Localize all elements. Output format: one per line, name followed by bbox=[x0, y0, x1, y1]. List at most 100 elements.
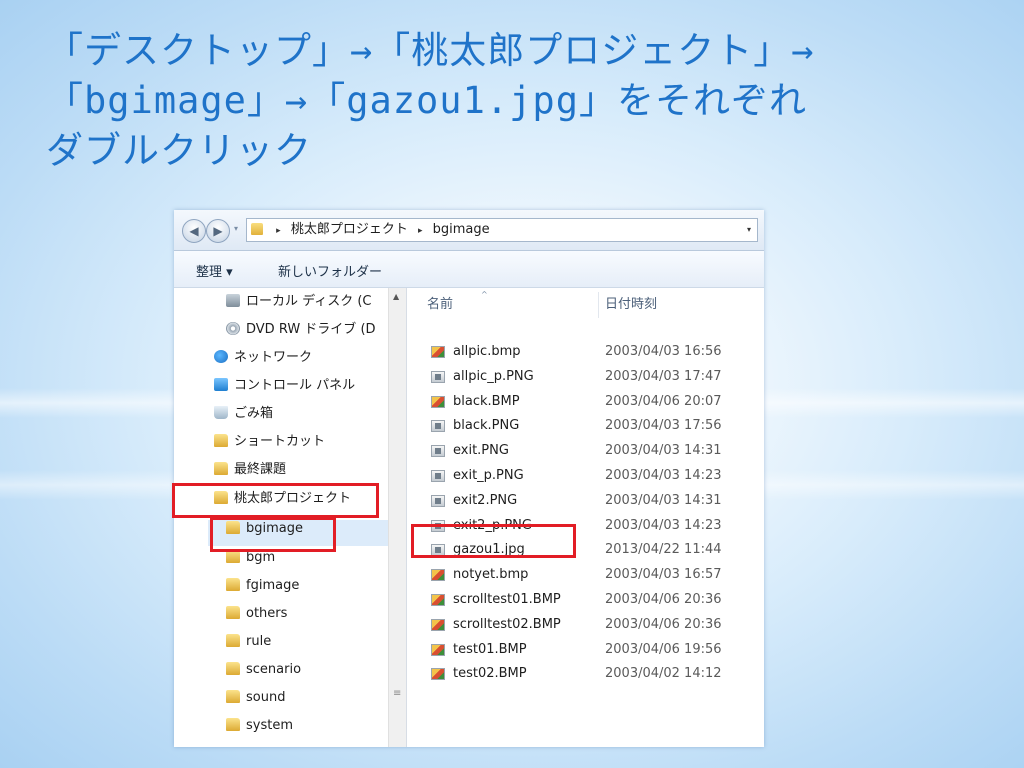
file-name: scrolltest01.BMP bbox=[453, 592, 561, 607]
file-name: exit.PNG bbox=[453, 443, 509, 459]
sidebar-item-control-panel[interactable]: コントロール パネル bbox=[214, 375, 355, 397]
image-file-icon bbox=[431, 420, 445, 433]
file-date: 2003/04/03 17:47 bbox=[605, 368, 722, 384]
bmp-file-icon bbox=[431, 569, 445, 582]
file-name: notyet.bmp bbox=[453, 567, 529, 583]
sidebar-item-label: DVD RW ドライブ (D bbox=[246, 322, 376, 337]
file-row[interactable]: test02.BMP 2003/04/02 14:12 bbox=[407, 662, 764, 687]
folder-icon bbox=[214, 434, 228, 447]
sidebar-item-scenario[interactable]: scenario bbox=[226, 659, 301, 681]
sidebar-item-label: ローカル ディスク (C bbox=[246, 294, 372, 309]
file-name: scrolltest02.BMP bbox=[453, 616, 561, 632]
folder-icon bbox=[226, 578, 240, 591]
folder-icon bbox=[226, 718, 240, 731]
file-name: test02.BMP bbox=[453, 666, 527, 682]
slide-title-line-2: 「bgimage」→「gazou1.jpg」をそれぞれ bbox=[46, 79, 807, 122]
column-divider[interactable] bbox=[598, 292, 599, 318]
bmp-file-icon bbox=[431, 346, 445, 358]
file-row[interactable]: exit.PNG 2003/04/03 14:31 bbox=[407, 439, 764, 464]
slide-title: 「デスクトップ」→「桃太郎プロジェクト」→ 「bgimage」→「gazou1.… bbox=[46, 26, 1006, 176]
command-bar: 整理 ▾ 新しいフォルダー bbox=[174, 251, 764, 288]
sidebar-item-label: others bbox=[246, 606, 288, 621]
sidebar-item-label: scenario bbox=[246, 662, 302, 677]
sidebar-item-fgimage[interactable]: fgimage bbox=[226, 575, 299, 597]
sidebar-item-sound[interactable]: sound bbox=[226, 687, 285, 709]
file-row[interactable]: notyet.bmp 2003/04/03 16:57 bbox=[407, 563, 764, 588]
file-date: 2003/04/03 14:31 bbox=[605, 443, 722, 459]
arrow-right-icon[interactable]: ▶ bbox=[206, 219, 230, 243]
file-date: 2003/04/06 20:07 bbox=[605, 393, 722, 409]
recent-pages-icon[interactable]: ▾ bbox=[234, 224, 238, 233]
sidebar-item-label: ショートカット bbox=[234, 434, 326, 449]
sidebar-item-dvd-drive[interactable]: DVD RW ドライブ (D bbox=[226, 319, 376, 341]
image-file-icon bbox=[431, 470, 445, 482]
bmp-file-icon bbox=[431, 668, 445, 681]
highlight-box-gazou1 bbox=[411, 524, 576, 558]
breadcrumb-item-momotaro[interactable]: 桃太郎プロジェクト bbox=[291, 219, 408, 241]
new-folder-button[interactable]: 新しいフォルダー bbox=[278, 261, 382, 280]
sidebar-item-label: bgm bbox=[246, 550, 276, 565]
folder-icon bbox=[214, 462, 228, 475]
folder-icon bbox=[226, 690, 240, 703]
image-file-icon bbox=[431, 370, 445, 383]
sidebar-item-label: fgimage bbox=[246, 578, 300, 593]
breadcrumb-item-bgimage[interactable]: bgimage bbox=[433, 219, 490, 241]
file-date: 2003/04/03 14:23 bbox=[605, 517, 722, 533]
trash-icon bbox=[214, 406, 228, 419]
file-date: 2003/04/03 14:31 bbox=[605, 492, 722, 508]
address-bar: ◀ ▶ ▾ ▸ 桃太郎プロジェクト ▸ bgimage ▾ bbox=[174, 210, 764, 251]
bmp-file-icon bbox=[431, 395, 445, 408]
slide-title-line-1: 「デスクトップ」→「桃太郎プロジェクト」→ bbox=[46, 29, 815, 72]
sidebar-item-label: sound bbox=[246, 690, 286, 705]
file-row[interactable]: test01.BMP 2003/04/06 19:56 bbox=[407, 638, 764, 663]
file-date: 2003/04/03 16:56 bbox=[605, 344, 722, 359]
sidebar-item-recycle-bin[interactable]: ごみ箱 bbox=[214, 403, 273, 425]
file-date: 2003/04/06 20:36 bbox=[605, 616, 722, 632]
sidebar-item-network[interactable]: ネットワーク bbox=[214, 347, 312, 369]
file-name: exit2.PNG bbox=[453, 492, 518, 508]
file-date: 2003/04/06 20:36 bbox=[605, 592, 722, 607]
file-row[interactable]: scrolltest02.BMP 2003/04/06 20:36 bbox=[407, 613, 764, 638]
scrollbar[interactable]: ▲ ≡ bbox=[388, 288, 406, 747]
chevron-up-icon[interactable]: ▲ bbox=[393, 292, 399, 301]
folder-icon bbox=[226, 606, 240, 619]
file-row[interactable]: black.PNG 2003/04/03 17:56 bbox=[407, 414, 764, 439]
file-date: 2003/04/02 14:12 bbox=[605, 666, 722, 682]
sort-ascending-icon: ^ bbox=[481, 290, 488, 299]
sidebar-item-others[interactable]: others bbox=[226, 603, 287, 625]
file-row[interactable]: scrolltest01.BMP 2003/04/06 20:36 bbox=[407, 588, 764, 613]
file-date: 2003/04/03 16:57 bbox=[605, 567, 722, 583]
column-header-name[interactable]: 名前 bbox=[427, 288, 453, 322]
sidebar-item-system[interactable]: system bbox=[226, 715, 293, 737]
file-name: test01.BMP bbox=[453, 641, 527, 657]
sidebar-item-shortcut[interactable]: ショートカット bbox=[214, 431, 325, 453]
file-row[interactable]: exit2.PNG 2003/04/03 14:31 bbox=[407, 489, 764, 514]
chevron-down-icon[interactable]: ▾ bbox=[747, 219, 751, 241]
highlight-box-momotaro-project bbox=[172, 483, 379, 518]
scroll-grip-icon[interactable]: ≡ bbox=[393, 688, 401, 699]
sidebar-item-final-assignment[interactable]: 最終課題 bbox=[214, 459, 286, 481]
explorer-window: ◀ ▶ ▾ ▸ 桃太郎プロジェクト ▸ bgimage ▾ 整理 ▾ 新しいフォ… bbox=[174, 210, 764, 747]
arrow-left-icon[interactable]: ◀ bbox=[182, 219, 206, 243]
file-name: exit_p.PNG bbox=[453, 468, 524, 483]
image-file-icon bbox=[431, 445, 445, 458]
file-row[interactable]: allpic.bmp 2003/04/03 16:56 bbox=[407, 340, 764, 365]
folder-icon bbox=[251, 223, 263, 235]
chevron-right-icon[interactable]: ▸ bbox=[418, 220, 423, 242]
sidebar-item-rule[interactable]: rule bbox=[226, 631, 271, 653]
dvd-icon bbox=[226, 322, 240, 335]
column-header-date[interactable]: 日付時刻 bbox=[605, 288, 657, 322]
breadcrumb[interactable]: ▸ 桃太郎プロジェクト ▸ bgimage ▾ bbox=[246, 218, 758, 242]
sidebar-item-local-disk[interactable]: ローカル ディスク (C bbox=[226, 291, 372, 313]
highlight-box-bgimage bbox=[210, 517, 336, 552]
file-row[interactable]: allpic_p.PNG 2003/04/03 17:47 bbox=[407, 365, 764, 390]
sidebar-item-label: ネットワーク bbox=[234, 350, 313, 365]
control-panel-icon bbox=[214, 378, 228, 391]
bmp-file-icon bbox=[431, 643, 445, 656]
file-row[interactable]: exit_p.PNG 2003/04/03 14:23 bbox=[407, 464, 764, 489]
folder-icon bbox=[226, 634, 240, 647]
file-row[interactable]: black.BMP 2003/04/06 20:07 bbox=[407, 390, 764, 415]
network-icon bbox=[214, 350, 228, 363]
chevron-right-icon[interactable]: ▸ bbox=[276, 220, 281, 242]
organize-button[interactable]: 整理 ▾ bbox=[196, 261, 233, 280]
